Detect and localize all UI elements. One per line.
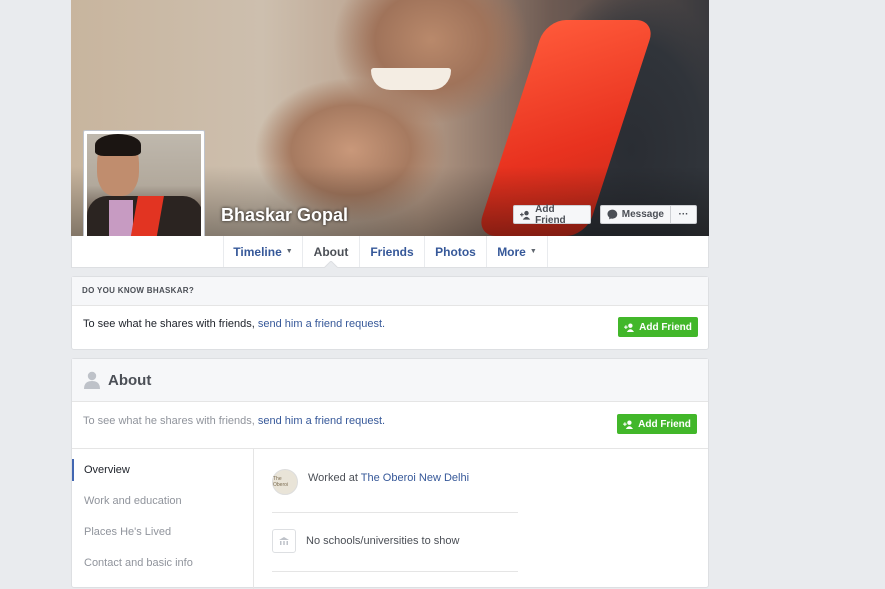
add-friend-button[interactable]: Add Friend <box>513 203 591 226</box>
about-card: About To see what he shares with friends… <box>71 358 709 589</box>
know-box-prefix: To see what he shares with friends, <box>83 318 258 330</box>
tab-more[interactable]: More ▼ <box>486 236 548 267</box>
message-label: Message <box>621 209 664 220</box>
add-friend-label: Add Friend <box>638 418 691 430</box>
avatar-image <box>87 134 201 248</box>
add-friend-icon <box>623 420 634 429</box>
friend-request-link[interactable]: send him a friend request. <box>258 415 385 427</box>
add-friend-label: Add Friend <box>639 321 692 333</box>
more-dots-icon: ··· <box>678 209 689 220</box>
profile-picture[interactable] <box>83 130 205 252</box>
work-row: The Oberoi Worked at The Oberoi New Delh… <box>272 469 469 495</box>
tab-label: More <box>497 244 526 259</box>
employer-link[interactable]: The Oberoi New Delhi <box>361 472 469 484</box>
avatar-detail <box>95 134 141 156</box>
sidebar-item-overview[interactable]: Overview <box>72 459 252 481</box>
tab-photos[interactable]: Photos <box>424 236 486 267</box>
tab-label: Friends <box>370 244 414 259</box>
add-friend-icon <box>624 323 635 332</box>
work-text: Worked at The Oberoi New Delhi <box>308 472 469 484</box>
about-notice: To see what he shares with friends, send… <box>72 402 708 449</box>
know-box-text: To see what he shares with friends, send… <box>83 318 385 330</box>
notice-prefix: To see what he shares with friends, <box>83 415 258 427</box>
tab-timeline[interactable]: Timeline ▼ <box>223 236 302 267</box>
message-button[interactable]: Message <box>600 205 670 224</box>
profile-nav: Timeline ▼ About Friends Photos More ▼ <box>71 236 709 268</box>
school-building-icon <box>279 537 289 545</box>
tab-friends[interactable]: Friends <box>359 236 424 267</box>
cover-detail <box>371 68 451 90</box>
school-row: No schools/universities to show <box>272 529 459 553</box>
employer-logo[interactable]: The Oberoi <box>272 469 298 495</box>
about-header: About <box>72 359 708 402</box>
add-friend-icon <box>520 210 531 220</box>
profile-name[interactable]: Bhaskar Gopal <box>221 205 348 226</box>
school-icon <box>272 529 296 553</box>
school-text: No schools/universities to show <box>306 535 460 547</box>
about-title: About <box>108 371 152 389</box>
caret-down-icon: ▼ <box>529 248 537 255</box>
divider <box>272 512 518 513</box>
add-friend-label: Add Friend <box>535 203 566 226</box>
know-box: DO YOU KNOW BHASKAR? To see what he shar… <box>71 276 709 350</box>
add-friend-button-green[interactable]: Add Friend <box>617 414 697 434</box>
sidebar-item-contact[interactable]: Contact and basic info <box>72 552 252 574</box>
caret-down-icon: ▼ <box>285 248 293 255</box>
tab-label: About <box>313 244 349 259</box>
tab-label: Photos <box>435 244 476 259</box>
about-sidebar: Overview Work and education Places He's … <box>72 449 254 589</box>
divider <box>272 571 518 572</box>
active-tab-pointer <box>324 261 338 268</box>
messenger-icon <box>607 209 618 220</box>
about-content: The Oberoi Worked at The Oberoi New Delh… <box>254 449 708 589</box>
more-options-button[interactable]: ··· <box>670 205 697 224</box>
employer-logo-text: The Oberoi <box>273 476 289 488</box>
add-friend-button-green[interactable]: Add Friend <box>618 317 698 337</box>
sidebar-item-work[interactable]: Work and education <box>72 490 252 512</box>
work-prefix: Worked at <box>308 472 361 484</box>
friend-request-link[interactable]: send him a friend request. <box>258 318 385 330</box>
tab-label: Timeline <box>233 244 282 259</box>
know-box-heading: DO YOU KNOW BHASKAR? <box>72 277 708 306</box>
person-icon <box>84 371 100 389</box>
about-notice-text: To see what he shares with friends, send… <box>83 415 385 427</box>
sidebar-item-places[interactable]: Places He's Lived <box>72 521 252 543</box>
